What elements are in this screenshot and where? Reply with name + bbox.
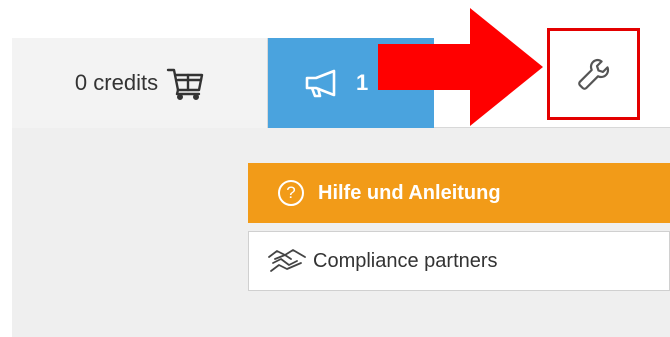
wrench-icon	[577, 58, 609, 90]
menu-item-help[interactable]: ? Hilfe und Anleitung	[248, 163, 670, 223]
settings-button[interactable]	[547, 28, 640, 120]
red-arrow-annotation	[378, 8, 543, 126]
settings-dropdown-menu: ? Hilfe und Anleitung Compliance partner…	[248, 163, 670, 291]
menu-item-compliance-partners[interactable]: Compliance partners	[248, 231, 670, 291]
cart-icon	[166, 68, 204, 100]
credits-label: 0 credits	[74, 70, 159, 95]
credits-button[interactable]: 0 credits	[12, 38, 268, 128]
megaphone-icon	[305, 69, 336, 98]
question-circle-icon: ?	[278, 180, 304, 206]
menu-item-help-label: Hilfe und Anleitung	[318, 181, 501, 204]
menu-item-partners-label: Compliance partners	[313, 249, 498, 272]
handshake-icon	[268, 249, 306, 272]
news-count: 1	[356, 70, 369, 95]
